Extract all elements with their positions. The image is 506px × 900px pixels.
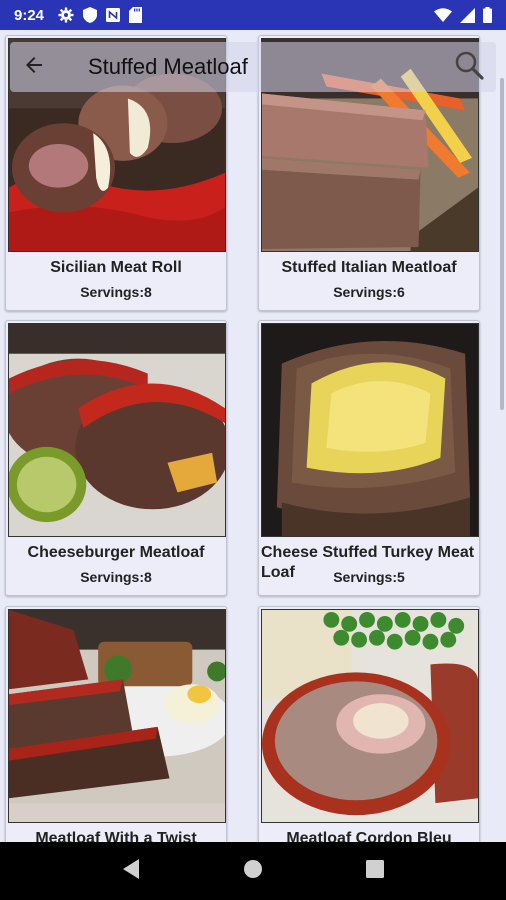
search-icon bbox=[454, 50, 484, 85]
recipe-title: Sicilian Meat Roll bbox=[50, 259, 182, 276]
arrow-left-icon bbox=[22, 53, 46, 82]
page-title: Stuffed Meatloaf bbox=[88, 54, 248, 79]
recipe-card-meatloaf-with-a-twist[interactable]: Meatloaf With a Twist bbox=[5, 606, 227, 842]
recipe-photo bbox=[8, 609, 226, 823]
signal-icon bbox=[460, 7, 475, 23]
recipe-servings: Servings:8 bbox=[80, 569, 152, 585]
recipe-title: Meatloaf With a Twist bbox=[35, 830, 197, 842]
recipe-title: Meatloaf Cordon Bleu bbox=[286, 830, 452, 842]
recipe-photo bbox=[261, 609, 479, 823]
nav-recents-button[interactable] bbox=[351, 847, 399, 895]
recipe-card-meatloaf-cordon-bleu[interactable]: Meatloaf Cordon Bleu bbox=[258, 606, 480, 842]
status-bar: 9:24 bbox=[0, 0, 506, 30]
recipe-servings: Servings:5 bbox=[333, 569, 405, 585]
nav-home-button[interactable] bbox=[229, 847, 277, 895]
nav-back-button[interactable] bbox=[107, 847, 155, 895]
recipe-card-cheeseburger-meatloaf[interactable]: Cheeseburger Meatloaf Servings:8 bbox=[5, 320, 227, 596]
shield-icon bbox=[83, 7, 98, 23]
nfc-icon bbox=[106, 8, 121, 22]
recents-square-icon bbox=[366, 859, 384, 883]
home-circle-icon bbox=[243, 859, 263, 884]
sd-card-icon bbox=[129, 7, 143, 23]
recipe-photo bbox=[8, 323, 226, 537]
recipe-title: Stuffed Italian Meatloaf bbox=[281, 259, 457, 276]
navigation-bar bbox=[0, 842, 506, 900]
battery-icon bbox=[483, 7, 492, 23]
recipe-servings: Servings:6 bbox=[333, 284, 405, 300]
recipe-title: Cheeseburger Meatloaf bbox=[27, 544, 205, 561]
wifi-icon bbox=[434, 8, 452, 22]
status-time: 9:24 bbox=[14, 6, 45, 24]
recipe-photo bbox=[261, 323, 479, 537]
search-header: Stuffed Meatloaf bbox=[10, 42, 496, 92]
scrollbar[interactable] bbox=[500, 78, 504, 410]
back-button[interactable] bbox=[10, 43, 58, 91]
back-triangle-icon bbox=[121, 858, 141, 885]
gear-icon bbox=[58, 7, 74, 23]
recipe-card-cheese-stuffed-turkey-meat-loaf[interactable]: Cheese Stuffed Turkey Meat Loaf Servings… bbox=[258, 320, 480, 596]
search-button[interactable] bbox=[450, 48, 488, 86]
recipe-grid[interactable]: Sicilian Meat Roll Servings:8 Stuffed It… bbox=[0, 30, 506, 842]
recipe-servings: Servings:8 bbox=[80, 284, 152, 300]
